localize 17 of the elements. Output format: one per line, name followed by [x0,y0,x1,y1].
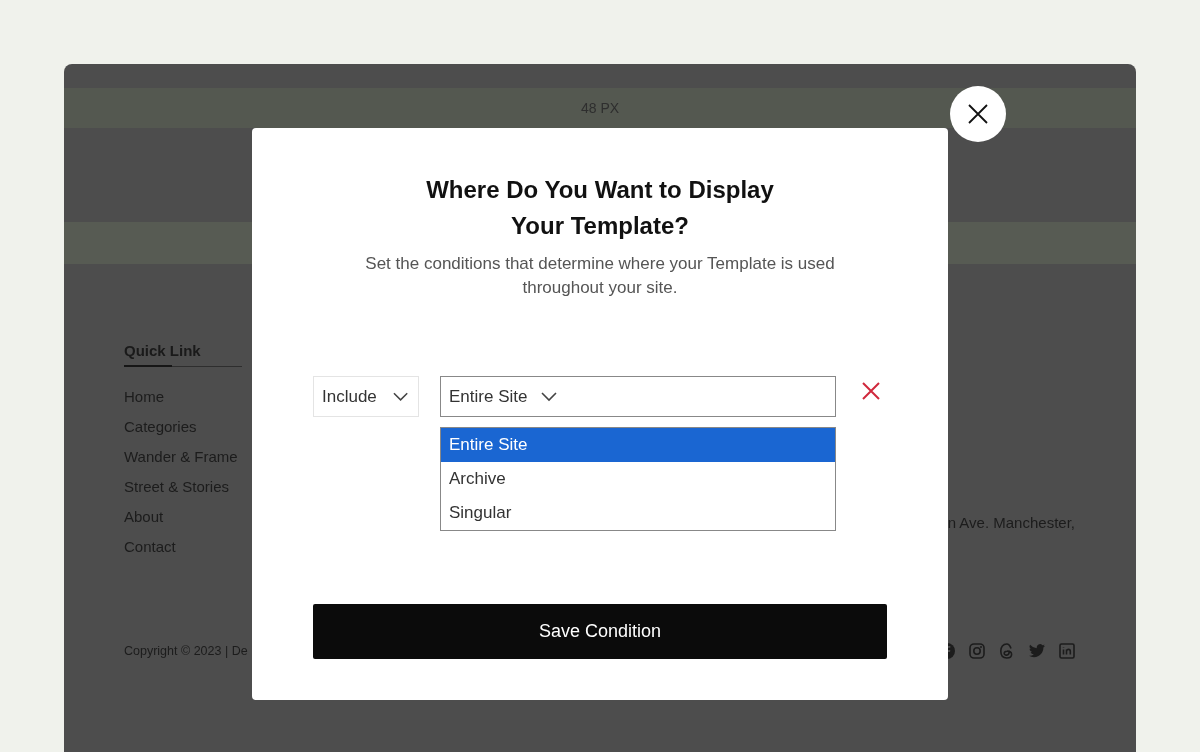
chevron-down-icon [541,391,558,402]
chevron-down-icon [392,391,408,402]
close-button[interactable] [950,86,1006,142]
dropdown-option[interactable]: Entire Site [441,428,835,462]
dialog-title: Where Do You Want to Display Your Template? [425,175,775,241]
include-select[interactable]: Include [313,376,419,417]
in-square-icon[interactable] [1059,643,1075,659]
close-icon [968,104,988,124]
dialog-subtitle: Set the conditions that determine where your Template is used throughout your site. [364,253,836,299]
at-sign-icon[interactable] [999,643,1015,659]
camera-outline-icon[interactable] [969,643,985,659]
bird-icon[interactable] [1029,644,1045,658]
remove-icon[interactable] [862,382,880,400]
dropdown-option[interactable]: Singular [441,496,835,530]
dropdown-option[interactable]: Archive [441,462,835,496]
save-condition-button[interactable]: Save Condition [313,604,887,659]
scope-select[interactable]: Entire Site [440,376,836,417]
